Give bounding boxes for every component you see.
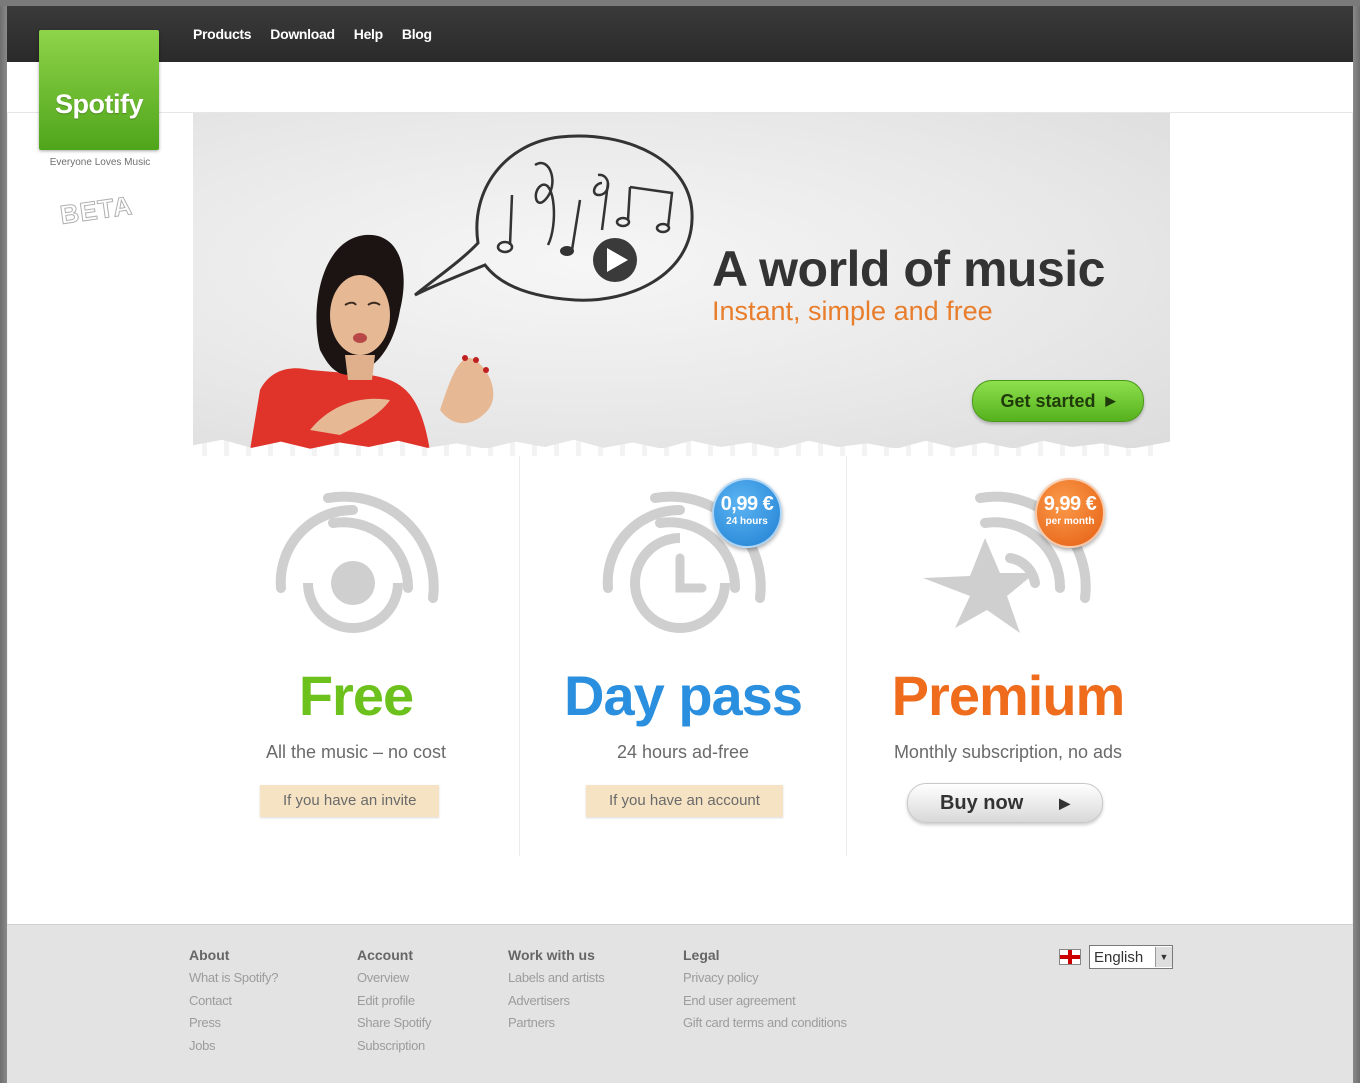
footer-link[interactable]: Edit profile — [357, 990, 431, 1013]
brand-tagline: Everyone Loves Music — [49, 157, 151, 168]
plan-free-description: All the music – no cost — [265, 742, 447, 762]
footer-link[interactable]: Gift card terms and conditions — [683, 1012, 847, 1035]
get-started-label: Get started — [1000, 390, 1096, 411]
dropdown-arrow-icon[interactable]: ▼ — [1155, 947, 1172, 967]
nav-help-link[interactable]: Help — [354, 26, 383, 42]
day-pass-price: 0,99 € — [720, 493, 774, 515]
footer-link[interactable]: Labels and artists — [508, 967, 605, 990]
premium-period: per month — [1045, 516, 1095, 527]
plan-free-title: Free — [298, 664, 414, 727]
language-select[interactable]: English ▼ — [1089, 945, 1173, 969]
footer-link[interactable]: What is Spotify? — [189, 967, 278, 990]
invite-link[interactable]: If you have an invite — [260, 785, 440, 817]
beta-stamp: BETA — [58, 190, 135, 231]
plan-day-pass: 0,99 € 24 hours Day pass 24 hours ad-fre… — [519, 456, 847, 856]
plan-premium: 9,99 € per month Premium Monthly subscri… — [845, 456, 1171, 856]
top-navigation-bar: Products Download Help Blog — [7, 6, 1353, 62]
get-started-button[interactable]: Get started ▶ — [972, 380, 1144, 422]
premium-price: 9,99 € — [1043, 493, 1097, 515]
footer-link[interactable]: Partners — [508, 1012, 605, 1035]
footer-link[interactable]: Press — [189, 1012, 278, 1035]
nav-products-link[interactable]: Products — [193, 26, 252, 42]
spotify-logo[interactable]: Spotify — [39, 30, 159, 150]
hero-title: A world of music — [712, 241, 1105, 297]
footer-account-column: Account Overview Edit profile Share Spot… — [357, 947, 431, 1057]
play-arrow-icon: ▶ — [1059, 794, 1071, 811]
plan-day-pass-title: Day pass — [564, 664, 803, 727]
footer-heading: About — [189, 947, 230, 963]
play-arrow-icon: ▶ — [1105, 393, 1116, 408]
footer-about-column: About What is Spotify? Contact Press Job… — [189, 947, 278, 1057]
nav-blog-link[interactable]: Blog — [402, 26, 432, 42]
footer-link[interactable]: Contact — [189, 990, 278, 1013]
hero-subtitle: Instant, simple and free — [712, 296, 993, 326]
footer-link[interactable]: Overview — [357, 967, 431, 990]
footer-link[interactable]: Jobs — [189, 1035, 278, 1058]
footer-work-column: Work with us Labels and artists Advertis… — [508, 947, 605, 1035]
footer-heading: Legal — [683, 947, 720, 963]
day-pass-price-badge: 0,99 € 24 hours — [712, 478, 782, 548]
sub-header — [7, 62, 1353, 113]
plan-free: Free All the music – no cost If you have… — [193, 456, 519, 856]
footer-link[interactable]: Share Spotify — [357, 1012, 431, 1035]
uk-flag-icon — [1059, 949, 1081, 965]
plan-day-pass-description: 24 hours ad-free — [616, 742, 750, 762]
buy-now-button[interactable]: Buy now ▶ — [907, 783, 1103, 823]
language-value: English — [1094, 948, 1144, 966]
account-link[interactable]: If you have an account — [586, 785, 783, 817]
radio-signal-icon — [275, 491, 439, 633]
footer-link[interactable]: Privacy policy — [683, 967, 847, 990]
main-nav: Products Download Help Blog — [193, 6, 432, 62]
footer-legal-column: Legal Privacy policy End user agreement … — [683, 947, 847, 1035]
buy-now-label: Buy now — [939, 791, 1024, 814]
day-pass-period: 24 hours — [726, 516, 768, 527]
logo-text: Spotify — [55, 88, 144, 119]
footer-heading: Account — [357, 947, 413, 963]
premium-price-badge: 9,99 € per month — [1035, 478, 1105, 548]
footer-heading: Work with us — [508, 947, 595, 963]
woman-singing-image — [250, 234, 494, 450]
footer-link[interactable]: End user agreement — [683, 990, 847, 1013]
nav-download-link[interactable]: Download — [270, 26, 335, 42]
footer-link[interactable]: Advertisers — [508, 990, 605, 1013]
plan-premium-description: Monthly subscription, no ads — [893, 742, 1123, 762]
footer-link[interactable]: Subscription — [357, 1035, 431, 1058]
language-selector: English ▼ — [1059, 945, 1173, 969]
footer: About What is Spotify? Contact Press Job… — [7, 924, 1353, 1083]
plan-premium-title: Premium — [891, 664, 1126, 727]
